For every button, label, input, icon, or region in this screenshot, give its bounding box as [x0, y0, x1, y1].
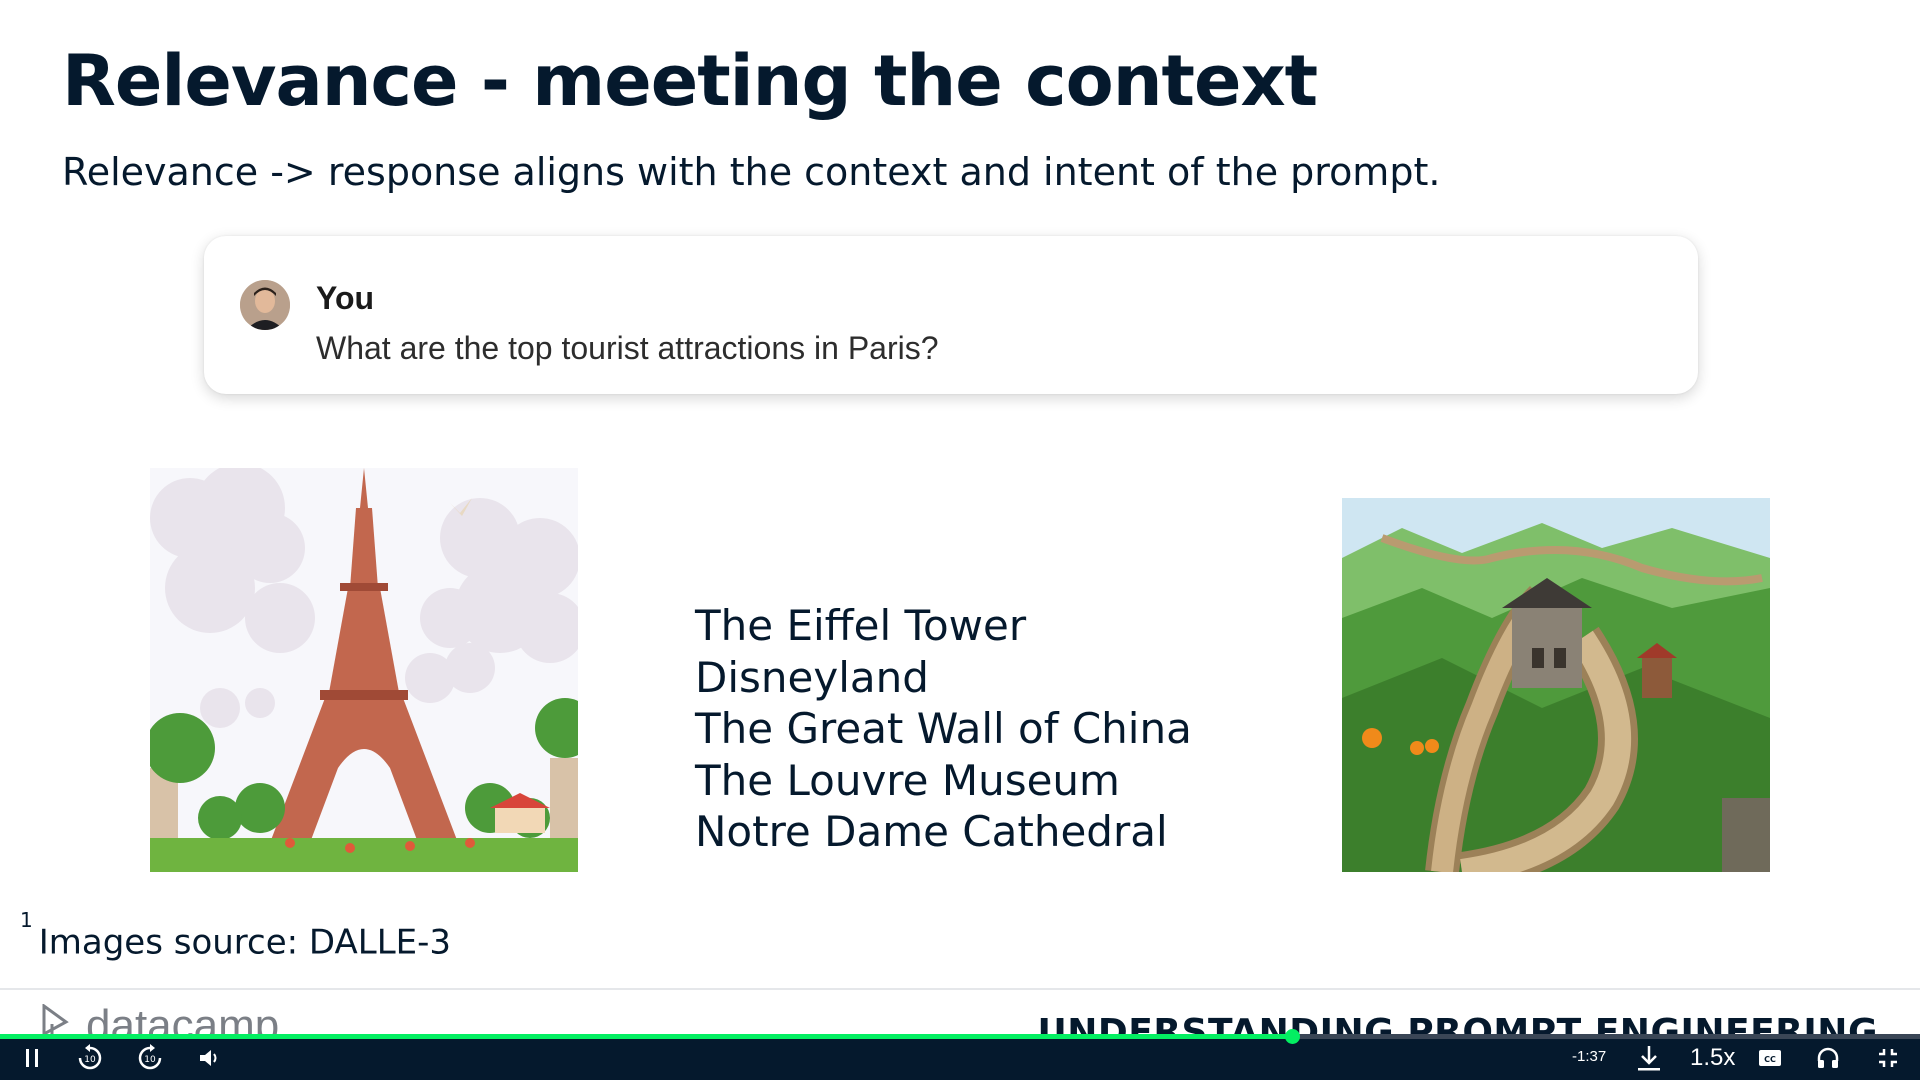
- svg-text:10: 10: [84, 1055, 96, 1065]
- playback-speed-button[interactable]: 1.5x: [1690, 1044, 1735, 1072]
- svg-text:CC: CC: [1764, 1055, 1776, 1064]
- datacamp-logo-icon: [42, 1004, 69, 1036]
- list-item: The Eiffel Tower: [695, 601, 1027, 650]
- download-icon: [1638, 1046, 1660, 1071]
- chat-user-name: You: [316, 280, 375, 316]
- list-item: The Louvre Museum: [695, 755, 1120, 805]
- volume-button[interactable]: [196, 1042, 224, 1074]
- course-name: UNDERSTANDING PROMPT ENGINEERING: [1037, 1012, 1878, 1036]
- forward-10-button[interactable]: 10: [134, 1042, 166, 1074]
- footnote-marker: 1: [20, 908, 33, 932]
- download-button[interactable]: [1634, 1042, 1664, 1074]
- headphones-icon: [1817, 1047, 1839, 1068]
- slide-subtitle: Relevance -> response aligns with the co…: [62, 150, 1441, 194]
- slide-title: Relevance - meeting the context: [62, 40, 1318, 122]
- list-item: The Great Wall of China: [695, 704, 1192, 753]
- progress-fill: [0, 1034, 1293, 1039]
- datacamp-logo: datacamp: [40, 1004, 279, 1036]
- audio-button[interactable]: [1814, 1042, 1842, 1074]
- pause-button[interactable]: [18, 1042, 46, 1074]
- rewind-10-icon: 10: [78, 1044, 102, 1070]
- list-item: Notre Dame Cathedral: [695, 807, 1168, 856]
- exit-fullscreen-button[interactable]: [1874, 1042, 1902, 1074]
- footnote-text: Images source: DALLE-3: [38, 922, 452, 963]
- divider: [0, 988, 1920, 990]
- video-player-bar: [0, 1036, 1920, 1080]
- volume-icon: [200, 1050, 217, 1066]
- brand-name: datacamp: [86, 1001, 280, 1037]
- slide: Relevance - meeting the context Relevanc…: [0, 0, 1920, 1036]
- captions-icon: CC: [1759, 1050, 1781, 1066]
- list-item: Disneyland: [695, 652, 929, 702]
- rewind-10-button[interactable]: 10: [74, 1042, 106, 1074]
- svg-text:10: 10: [144, 1055, 156, 1065]
- avatar: [240, 280, 290, 330]
- attractions-list: The Eiffel Tower Disneyland The Great Wa…: [695, 600, 1192, 858]
- time-remaining: -1:37: [1572, 1048, 1607, 1065]
- eiffel-tower-image: [150, 468, 578, 872]
- great-wall-image: [1342, 498, 1770, 872]
- chat-prompt-card: You What are the top tourist attractions…: [204, 236, 1698, 394]
- captions-button[interactable]: CC: [1756, 1042, 1784, 1074]
- forward-10-icon: 10: [138, 1044, 162, 1070]
- chat-message: What are the top tourist attractions in …: [316, 330, 939, 366]
- footnote: 1Images source: DALLE-3: [20, 908, 452, 963]
- exit-fullscreen-icon: [1879, 1049, 1897, 1067]
- pause-icon: [26, 1049, 38, 1067]
